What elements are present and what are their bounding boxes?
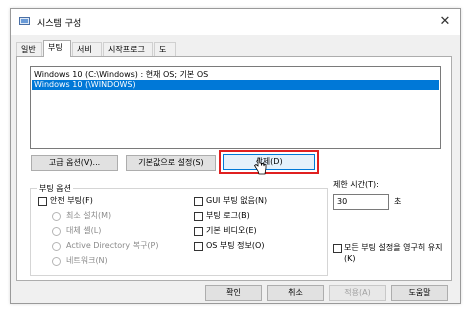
no-gui-boot-label: GUI 부팅 없음(N): [206, 196, 268, 205]
tab-services[interactable]: 서비스: [72, 42, 102, 68]
persist-label: 모든 부팅 설정을 영구히 유지: [344, 243, 443, 252]
persist-key: (K): [344, 254, 356, 263]
boot-options-group: 부팅 옵션 안전 부팅(F) 최소 설치(M) 대체 셸(L) Active D…: [30, 183, 328, 276]
help-button[interactable]: 도움말: [391, 285, 448, 301]
alternate-shell-radio[interactable]: [52, 227, 61, 236]
apply-button[interactable]: 적용(A): [329, 285, 386, 301]
window-title: 시스템 구성: [37, 19, 82, 29]
timeout-unit: 초: [394, 197, 402, 206]
delete-button[interactable]: 삭제(D): [223, 154, 315, 170]
base-video-checkbox[interactable]: [194, 227, 203, 236]
tab-general[interactable]: 일반: [16, 42, 42, 56]
no-gui-boot-checkbox[interactable]: [194, 197, 203, 206]
set-default-button[interactable]: 기본값으로 설정(S): [126, 155, 216, 171]
ad-repair-radio[interactable]: [52, 242, 61, 251]
timeout-input[interactable]: 30: [333, 194, 389, 210]
os-boot-info-checkbox[interactable]: [194, 242, 203, 251]
network-label: 네트워크(N): [66, 256, 108, 265]
cancel-button[interactable]: 취소: [267, 285, 324, 301]
alternate-shell-label: 대체 셸(L): [66, 226, 102, 235]
base-video-label: 기본 비디오(E): [206, 226, 257, 235]
boot-log-checkbox[interactable]: [194, 212, 203, 221]
ok-button[interactable]: 확인: [205, 285, 262, 301]
tab-boot[interactable]: 부팅: [43, 40, 71, 57]
network-radio[interactable]: [52, 257, 61, 266]
os-boot-info-label: OS 부팅 정보(O): [206, 241, 265, 250]
boot-options-label: 부팅 옵션: [37, 183, 73, 194]
title-bar: 시스템 구성 ✕: [11, 9, 460, 35]
minimal-radio[interactable]: [52, 212, 61, 221]
hand-pointer-icon: [253, 157, 267, 175]
timeout-label: 제한 시간(T):: [333, 180, 379, 189]
close-icon[interactable]: ✕: [438, 15, 452, 29]
tab-tools[interactable]: 도구: [154, 42, 176, 68]
safe-boot-label: 안전 부팅(F): [50, 196, 93, 205]
advanced-options-button[interactable]: 고급 옵션(V)...: [31, 155, 118, 171]
persist-checkbox[interactable]: [333, 244, 342, 253]
ad-repair-label: Active Directory 복구(P): [66, 241, 159, 250]
boot-log-label: 부팅 로그(B): [206, 211, 250, 220]
os-list-item[interactable]: Windows 10 (C:\Windows) : 현재 OS; 기본 OS: [32, 70, 439, 80]
minimal-label: 최소 설치(M): [66, 211, 112, 220]
tab-startup[interactable]: 시작프로그램: [103, 42, 153, 68]
system-config-window: 시스템 구성 ✕ 일반 부팅 서비스 시작프로그램 도구 Windows 10 …: [10, 8, 461, 304]
safe-boot-checkbox[interactable]: [38, 197, 47, 206]
system-config-icon: [19, 17, 30, 25]
os-list-item-selected[interactable]: Windows 10 (\WINDOWS): [32, 80, 439, 90]
os-list[interactable]: Windows 10 (C:\Windows) : 현재 OS; 기본 OS W…: [30, 66, 441, 149]
boot-panel: Windows 10 (C:\Windows) : 현재 OS; 기본 OS W…: [16, 56, 452, 281]
